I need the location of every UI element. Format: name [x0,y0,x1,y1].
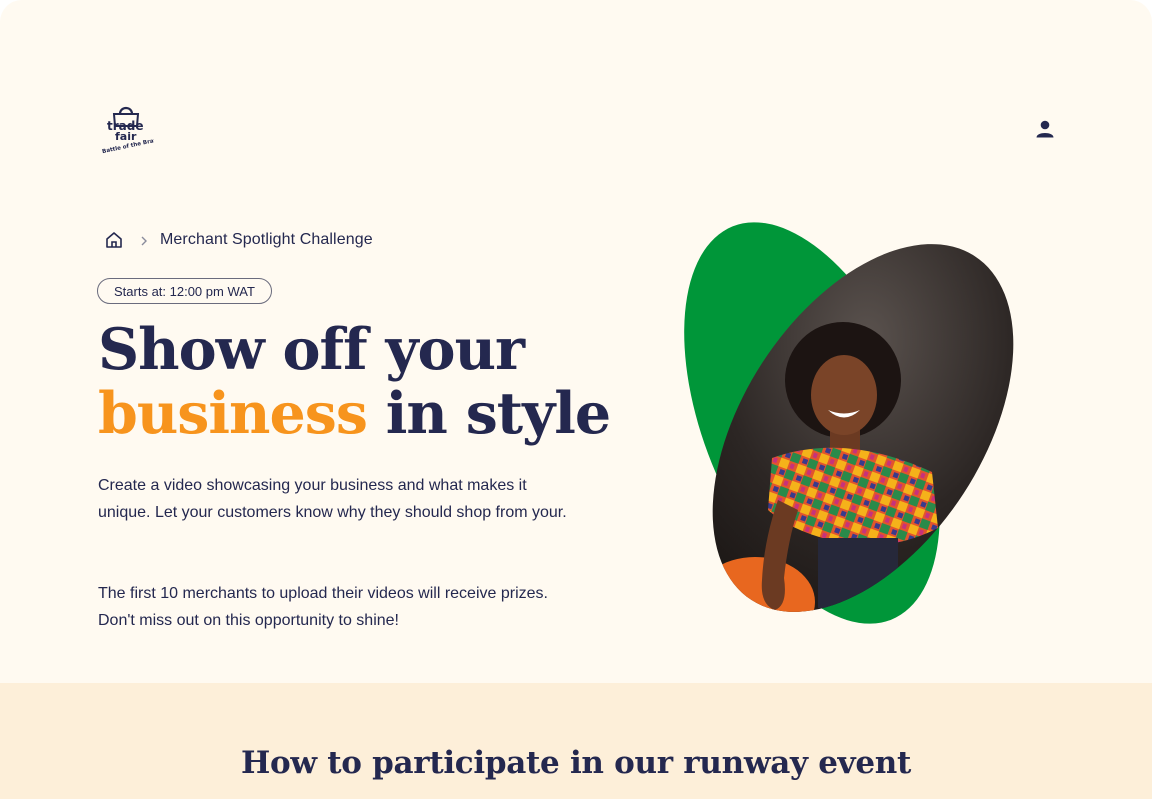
shopping-bag-logo-icon: trade fair Battle of the Brands [102,106,154,154]
logo-wordmark-fair: fair [115,130,137,143]
chevron-right-icon [138,234,150,246]
home-icon[interactable] [104,230,124,250]
how-to-participate-title: How to participate in our runway event [240,745,912,781]
user-account-icon[interactable] [1034,118,1056,140]
hero-paragraph-1: Create a video showcasing your business … [98,477,567,521]
start-time-badge: Starts at: 12:00 pm WAT [97,278,272,304]
hero-headline: Show off your business in style [98,316,611,447]
how-to-participate-section: How to participate in our runway event [0,683,1152,799]
hero-image [680,210,1020,647]
headline-line1: Show off your [98,316,525,383]
breadcrumb: Merchant Spotlight Challenge [104,228,373,252]
headline-accent: business [98,380,368,447]
headline-rest: in style [366,380,611,447]
trade-fair-logo[interactable]: trade fair Battle of the Brands [100,104,154,154]
start-time-label: Starts at: 12:00 pm WAT [114,283,255,299]
hero-paragraph-2: The first 10 merchants to upload their v… [98,585,548,629]
page: trade fair Battle of the Brands Merchant… [0,0,1152,799]
breadcrumb-current: Merchant Spotlight Challenge [160,231,373,248]
